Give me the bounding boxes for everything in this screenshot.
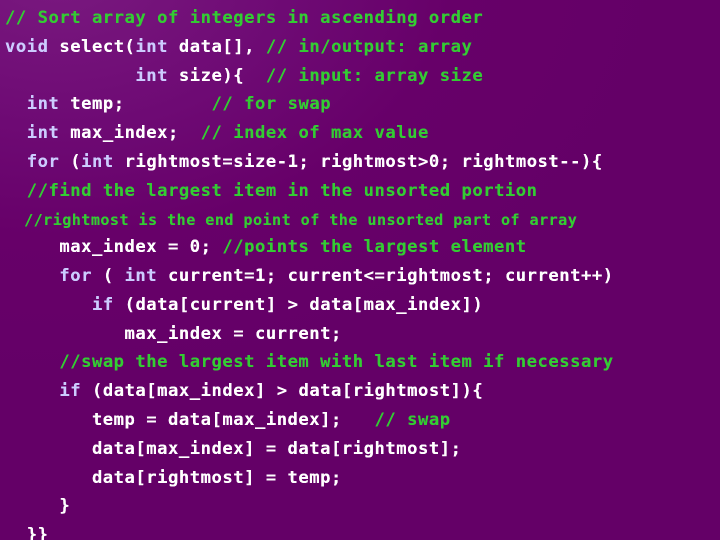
code-keyword: for bbox=[59, 266, 92, 286]
code-keyword: void bbox=[5, 36, 49, 57]
code-slide: // Sort array of integers in ascending o… bbox=[0, 0, 720, 540]
code-line: //find the largest item in the unsorted … bbox=[5, 177, 538, 206]
code-keyword: int bbox=[26, 123, 60, 144]
code-line: data[rightmost] = temp; bbox=[5, 464, 342, 493]
code-text: data[rightmost] = temp; bbox=[5, 467, 342, 488]
code-comment: // Sort array of integers in ascending o… bbox=[5, 8, 484, 28]
code-comment: // input: array size bbox=[265, 65, 484, 86]
code-comment: //rightmost is the end point of the unso… bbox=[24, 210, 578, 229]
code-text: size){ bbox=[168, 65, 266, 86]
code-text: (data[current] > data[max_index]) bbox=[113, 294, 484, 315]
code-comment: // swap bbox=[374, 410, 451, 430]
code-line: if (data[max_index] > data[rightmost]){ bbox=[5, 377, 483, 406]
code-text: temp; bbox=[59, 94, 212, 115]
code-text: ( bbox=[91, 266, 125, 286]
code-line: // Sort array of integers in ascending o… bbox=[5, 4, 483, 33]
code-keyword: if bbox=[91, 294, 114, 315]
code-text: data[max_index] = data[rightmost]; bbox=[5, 438, 462, 459]
code-line: for (int rightmost=size-1; rightmost>0; … bbox=[5, 148, 603, 177]
code-line: temp = data[max_index]; // swap bbox=[5, 406, 451, 435]
code-line: //swap the largest item with last item i… bbox=[5, 348, 614, 377]
code-text: ( bbox=[59, 152, 82, 172]
code-keyword: if bbox=[59, 381, 82, 402]
code-comment: // index of max value bbox=[200, 123, 429, 144]
code-text: temp = data[max_index]; bbox=[5, 410, 375, 430]
code-text: max_index = current; bbox=[5, 323, 342, 344]
code-comment: //swap the largest item with last item i… bbox=[59, 352, 614, 373]
code-comment: // in/output: array bbox=[265, 36, 473, 57]
code-text: select( bbox=[48, 36, 136, 57]
code-text: data[], bbox=[168, 36, 266, 57]
code-line: max_index = current; bbox=[5, 320, 342, 349]
code-text: }} bbox=[5, 525, 49, 540]
code-keyword: for bbox=[26, 152, 60, 172]
code-keyword: int bbox=[26, 94, 60, 115]
code-line: void select(int data[], // in/output: ar… bbox=[5, 33, 472, 62]
code-keyword: int bbox=[135, 65, 169, 86]
code-line: int temp; // for swap bbox=[5, 90, 331, 119]
code-line: if (data[current] > data[max_index]) bbox=[5, 291, 483, 320]
code-line: int size){ // input: array size bbox=[5, 62, 483, 91]
code-text: (data[max_index] > data[rightmost]){ bbox=[81, 381, 484, 402]
code-line: data[max_index] = data[rightmost]; bbox=[5, 435, 461, 464]
code-text: current=1; current<=rightmost; current++… bbox=[157, 266, 614, 286]
code-line: } bbox=[5, 492, 70, 521]
code-text: rightmost=size-1; rightmost>0; rightmost… bbox=[113, 152, 603, 172]
code-keyword: int bbox=[81, 152, 114, 172]
code-line: max_index = 0; //points the largest elem… bbox=[5, 233, 527, 262]
code-comment: //find the largest item in the unsorted … bbox=[26, 180, 538, 201]
code-keyword: int bbox=[135, 36, 169, 57]
code-comment: // for swap bbox=[211, 94, 332, 115]
code-text: max_index = 0; bbox=[5, 237, 223, 258]
code-comment: //points the largest element bbox=[222, 237, 527, 258]
code-text: } bbox=[5, 496, 71, 517]
code-text: max_index; bbox=[59, 123, 201, 144]
code-line: }} bbox=[5, 521, 48, 540]
code-line: //rightmost is the end point of the unso… bbox=[5, 206, 577, 235]
code-line: int max_index; // index of max value bbox=[5, 119, 429, 148]
code-line: for ( int current=1; current<=rightmost;… bbox=[5, 262, 614, 291]
code-keyword: int bbox=[124, 266, 158, 286]
